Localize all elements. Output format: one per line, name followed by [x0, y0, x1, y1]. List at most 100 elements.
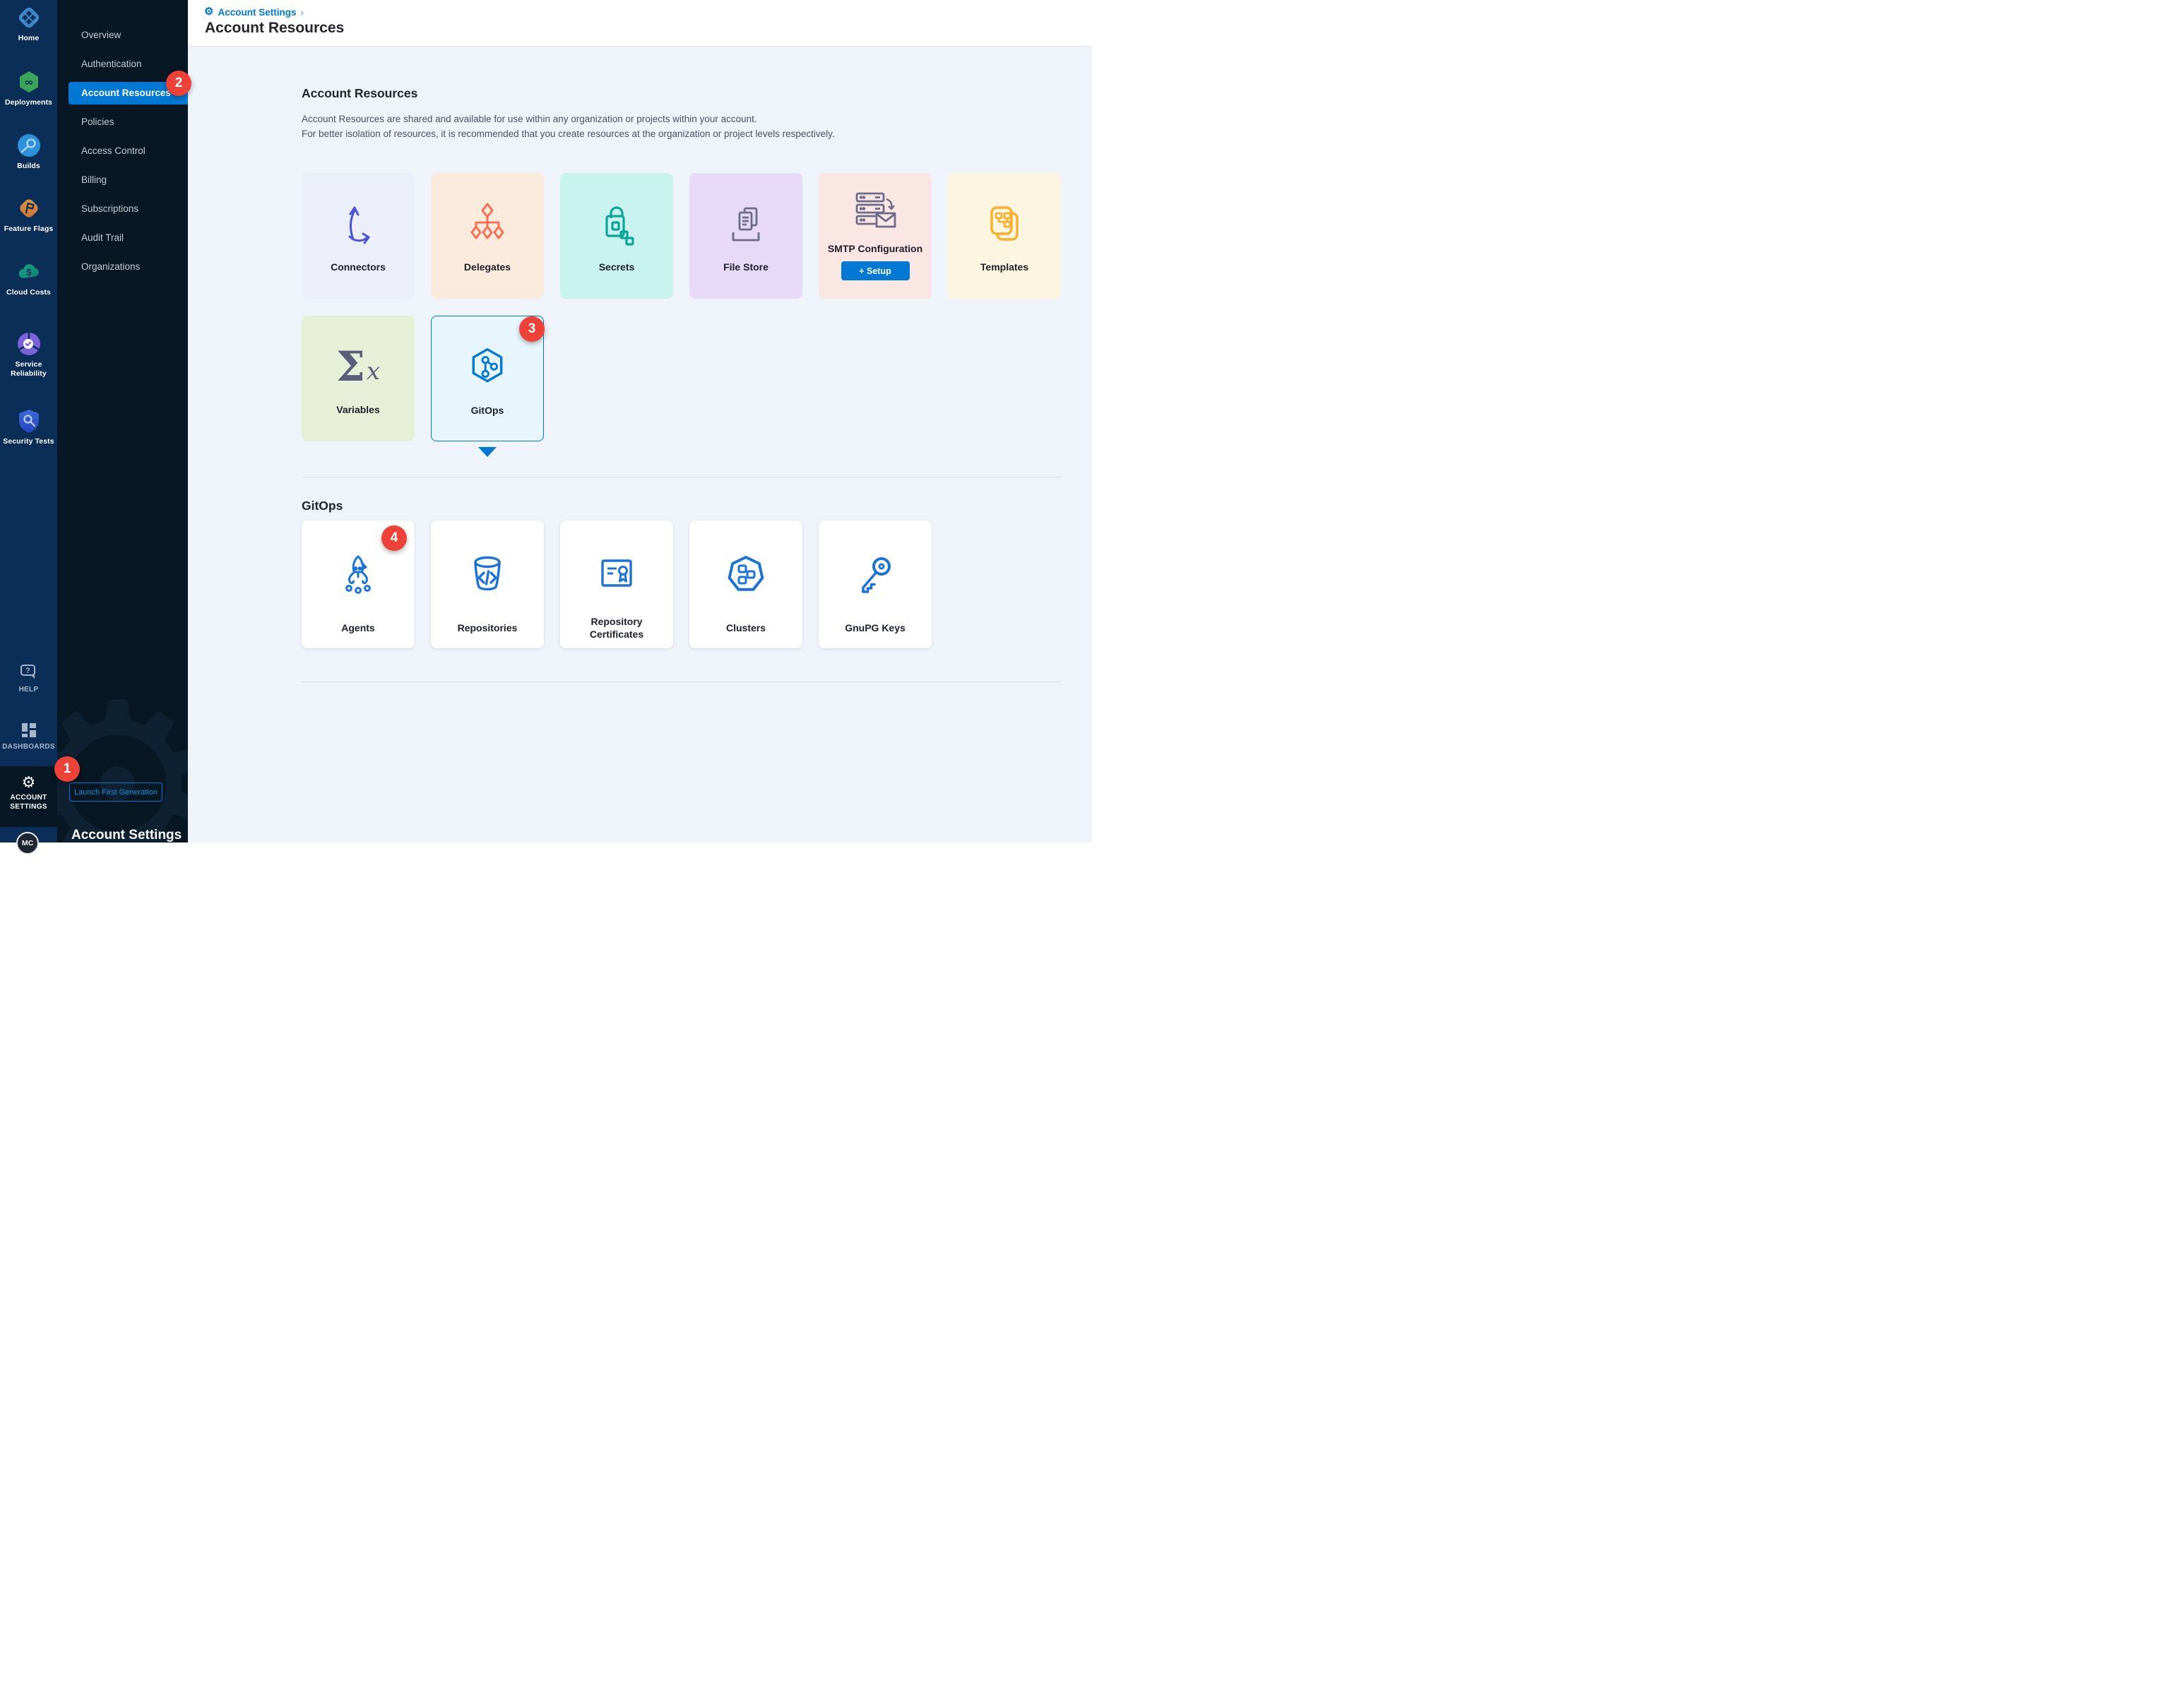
launch-first-generation-button[interactable]: Launch First Generation: [69, 782, 162, 802]
sidebar-item-label: ACCOUNT SETTINGS: [7, 793, 51, 811]
divider: [302, 681, 1062, 682]
card-label: Repositories: [458, 621, 518, 634]
gitops-section-title: GitOps: [302, 499, 1062, 513]
sidebar-item-label: Security Tests: [3, 437, 54, 446]
card-label: File Store: [723, 261, 768, 273]
annotation-badge-1: 1: [54, 756, 80, 782]
gear-icon: ⚙: [22, 774, 36, 791]
repositories-icon: [465, 536, 510, 612]
card-label: Variables: [336, 403, 380, 416]
card-label: SMTP Configuration: [828, 242, 922, 255]
page-title: Account Resources: [205, 20, 1092, 37]
gnupg-keys-card[interactable]: GnuPG Keys: [819, 520, 932, 648]
resource-cards-row-2: Σx Variables GitOps: [302, 316, 1062, 441]
connectors-card[interactable]: Connectors: [302, 173, 415, 299]
repository-certificates-icon: [594, 536, 639, 612]
variables-sigma-icon: Σx: [336, 330, 380, 403]
menu-item-label: Overview: [57, 20, 188, 49]
sigma-glyph: Σ: [336, 346, 365, 387]
menu-item-label: Billing: [57, 165, 188, 194]
svg-text:?: ?: [25, 667, 30, 675]
templates-icon: [982, 187, 1027, 261]
menu-item-audit-trail[interactable]: Audit Trail: [57, 223, 188, 252]
help-icon: ?: [19, 664, 39, 682]
menu-item-overview[interactable]: Overview: [57, 20, 188, 49]
menu-item-label: Organizations: [57, 252, 188, 281]
settings-menu: Overview Authentication Account Resource…: [57, 0, 188, 281]
card-label: Repository Certificates: [569, 615, 665, 641]
security-tests-icon: [16, 408, 42, 434]
sidebar-item-deployments[interactable]: ∞ Deployments: [0, 69, 57, 107]
breadcrumb[interactable]: ⚙ Account Settings ›: [204, 0, 1092, 18]
card-label: Secrets: [599, 261, 635, 273]
section-description: Account Resources are shared and availab…: [302, 112, 1062, 141]
smtp-setup-button[interactable]: + Setup: [841, 261, 910, 280]
repository-certificates-card[interactable]: Repository Certificates: [560, 520, 673, 648]
home-icon: [16, 5, 42, 30]
gear-icon: ⚙: [204, 6, 213, 18]
breadcrumb-link[interactable]: Account Settings: [218, 7, 296, 18]
sidebar-item-label: Service Reliability: [4, 360, 54, 379]
gitops-cards-row: Agents Repositories Repository Certifica…: [302, 520, 1062, 648]
sidebar-item-service-reliability[interactable]: Service Reliability: [0, 331, 57, 379]
sigma-x-glyph: x: [367, 359, 380, 383]
smtp-configuration-card[interactable]: SMTP Configuration + Setup: [819, 173, 932, 299]
sidebar-item-feature-flags[interactable]: Feature Flags: [0, 196, 57, 234]
sidebar-item-label: Home: [18, 34, 40, 43]
menu-item-policies[interactable]: Policies: [57, 107, 188, 136]
gitops-icon: [466, 331, 509, 404]
sidebar-item-label: DASHBOARDS: [2, 743, 55, 751]
card-label: Agents: [341, 621, 374, 634]
page-header: ⚙ Account Settings › Account Resources: [188, 0, 1092, 47]
delegates-card[interactable]: Delegates: [431, 173, 544, 299]
file-store-card[interactable]: File Store: [689, 173, 802, 299]
sidebar-bottom-heading: Account Settings: [71, 828, 182, 842]
card-label: Templates: [980, 261, 1028, 273]
settings-sidebar: ⚙ Overview Authentication Account Resour…: [57, 0, 188, 842]
gnupg-keys-icon: [853, 536, 898, 612]
cloud-costs-icon: $: [16, 259, 42, 285]
annotation-badge-2: 2: [166, 71, 191, 96]
avatar[interactable]: MC: [16, 832, 39, 855]
clusters-icon: [723, 536, 768, 612]
sidebar-item-label: Deployments: [5, 98, 52, 107]
sidebar-item-account-settings[interactable]: ⚙ ACCOUNT SETTINGS: [0, 766, 57, 827]
svg-text:∞: ∞: [25, 77, 32, 89]
description-line-2: For better isolation of resources, it is…: [302, 129, 835, 139]
menu-item-subscriptions[interactable]: Subscriptions: [57, 194, 188, 223]
app-window: Home ∞ Deployments Builds Feature Flags …: [0, 0, 1092, 842]
section-title: Account Resources: [302, 86, 1062, 101]
menu-item-label: Audit Trail: [57, 223, 188, 252]
variables-card[interactable]: Σx Variables: [302, 316, 415, 441]
menu-item-authentication[interactable]: Authentication: [57, 49, 188, 78]
annotation-badge-3: 3: [519, 316, 545, 342]
service-reliability-icon: [16, 331, 42, 357]
menu-item-label: Policies: [57, 107, 188, 136]
card-label: Connectors: [331, 261, 386, 273]
sidebar-item-help[interactable]: ? HELP: [0, 664, 57, 693]
sidebar-item-label: Cloud Costs: [6, 288, 51, 297]
repositories-card[interactable]: Repositories: [431, 520, 544, 648]
clusters-card[interactable]: Clusters: [689, 520, 802, 648]
templates-card[interactable]: Templates: [948, 173, 1061, 299]
menu-item-label: Access Control: [57, 136, 188, 165]
sidebar-item-dashboards[interactable]: DASHBOARDS: [0, 721, 57, 751]
sidebar-item-home[interactable]: Home: [0, 5, 57, 43]
builds-icon: [16, 133, 42, 158]
menu-item-label: Subscriptions: [57, 194, 188, 223]
card-label: Delegates: [464, 261, 511, 273]
sidebar-item-builds[interactable]: Builds: [0, 133, 57, 171]
menu-item-access-control[interactable]: Access Control: [57, 136, 188, 165]
menu-item-billing[interactable]: Billing: [57, 165, 188, 194]
sidebar-item-cloud-costs[interactable]: $ Cloud Costs: [0, 259, 57, 297]
menu-item-organizations[interactable]: Organizations: [57, 252, 188, 281]
module-sidebar: Home ∞ Deployments Builds Feature Flags …: [0, 0, 57, 842]
sidebar-item-security-tests[interactable]: Security Tests: [0, 408, 57, 446]
card-label: Clusters: [726, 621, 766, 634]
chevron-right-icon: ›: [300, 6, 304, 18]
secrets-card[interactable]: Secrets: [560, 173, 673, 299]
description-line-1: Account Resources are shared and availab…: [302, 114, 757, 124]
card-label: GitOps: [471, 404, 504, 417]
resource-cards-row-1: Connectors Delegates Secrets: [302, 173, 1062, 299]
svg-text:$: $: [26, 267, 32, 278]
